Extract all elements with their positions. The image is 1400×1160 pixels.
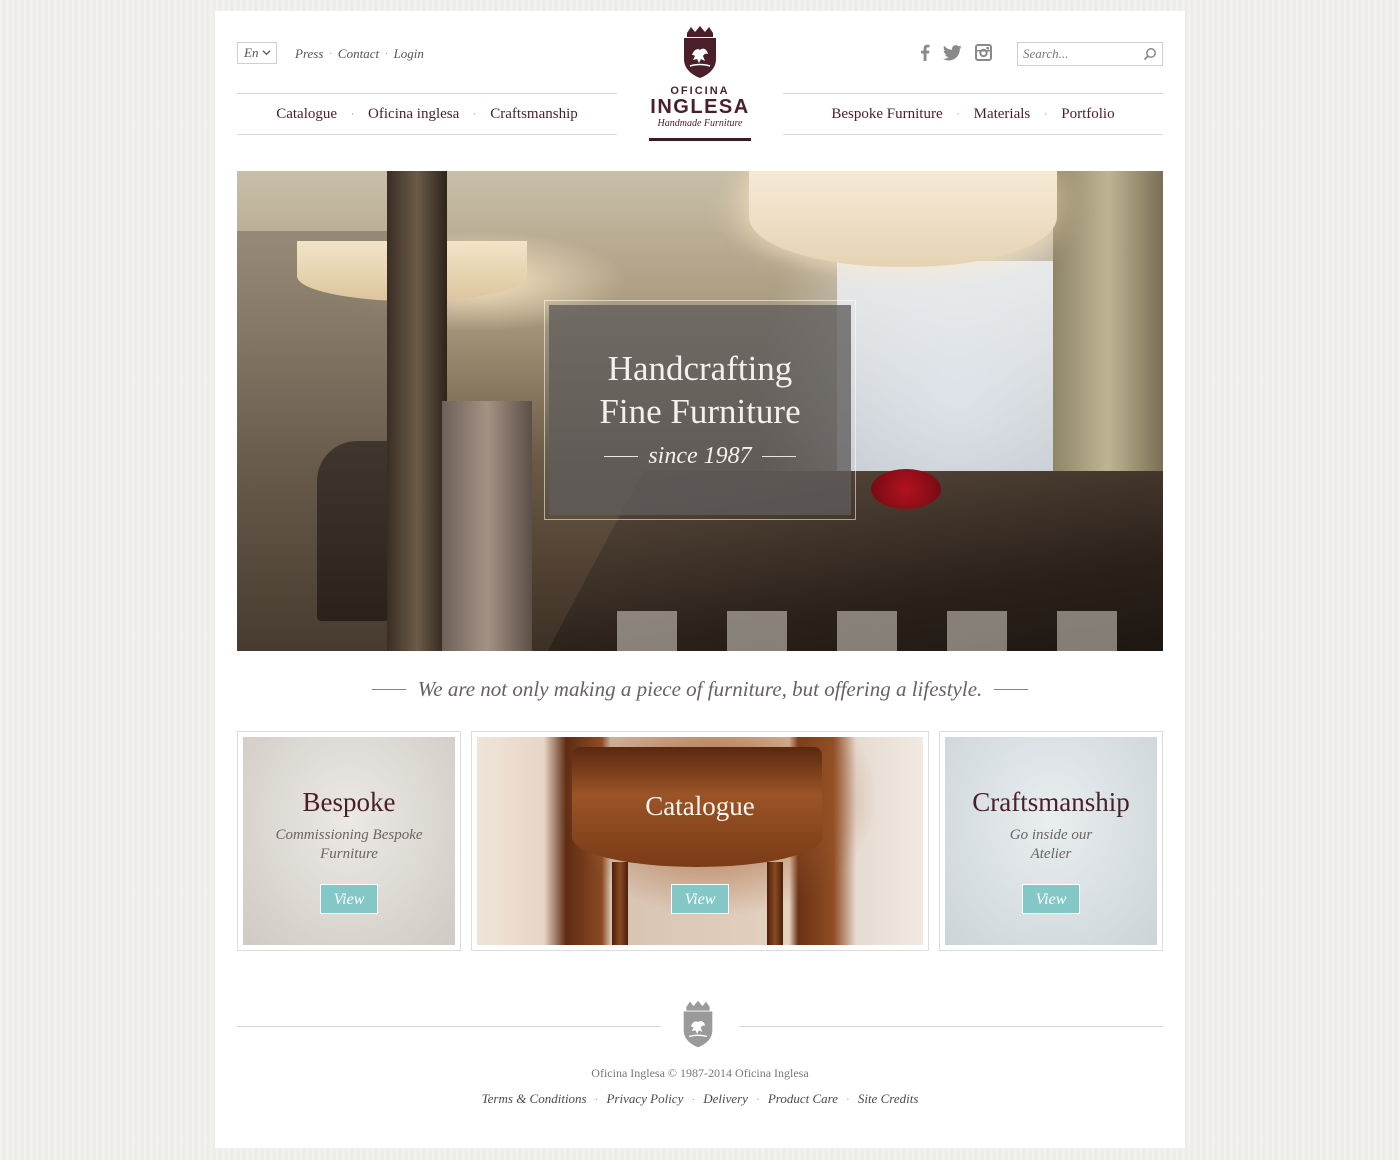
card-catalogue[interactable]: Catalogue View (471, 731, 929, 951)
card-bespoke[interactable]: Bespoke Commissioning Bespoke Furniture … (237, 731, 461, 951)
separator-dot: · (691, 1095, 695, 1106)
separator-dot: · (956, 109, 960, 119)
nav-item-craftsmanship[interactable]: Craftsmanship (490, 106, 578, 123)
logo-line2: INGLESA (650, 96, 750, 118)
hero-photo-marble (442, 401, 532, 651)
separator-dot: · (756, 1095, 760, 1106)
card-subtitle-line2: Atelier (1030, 846, 1072, 862)
footer-divider (739, 1026, 1163, 1027)
crest-icon (684, 26, 716, 78)
logo-underline (649, 138, 751, 141)
card-craftsmanship[interactable]: Craftsmanship Go inside our Atelier View (939, 731, 1163, 951)
search-input[interactable]: Search... (1017, 42, 1163, 66)
hero-title-line1: Handcrafting (607, 349, 793, 388)
separator-dot: · (594, 1095, 599, 1106)
separator-dot: · (1044, 109, 1048, 119)
card-subtitle-line2: Furniture (320, 846, 378, 862)
card-image: Catalogue View (477, 737, 923, 945)
hero-title: Handcrafting Fine Furniture (549, 347, 851, 433)
main-nav-left: Catalogue · Oficina inglesa · Craftsmans… (237, 93, 617, 135)
search-icon[interactable] (1143, 47, 1157, 65)
separator-dot: · (351, 109, 355, 119)
hero-photo-roses (871, 469, 941, 509)
footer-link-product-care[interactable]: Product Care (768, 1091, 838, 1106)
card-title: Bespoke (302, 787, 396, 817)
footer-crest-icon (683, 1000, 713, 1048)
divider (371, 689, 406, 690)
nav-item-portfolio[interactable]: Portfolio (1061, 106, 1114, 123)
card-photo-leg (767, 862, 783, 945)
nav-item-bespoke-furniture[interactable]: Bespoke Furniture (831, 106, 942, 123)
hero-photo-chandelier (749, 171, 1057, 267)
view-button[interactable]: View (320, 884, 378, 914)
card-subtitle-line1: Go inside our (1009, 827, 1093, 843)
card-photo-leg (612, 862, 628, 945)
search-placeholder: Search... (1023, 46, 1069, 61)
divider (761, 456, 796, 457)
twitter-icon[interactable] (943, 44, 962, 66)
footer-links: Terms & Conditions · Privacy Policy · De… (215, 1091, 1185, 1107)
card-subtitle: Go inside our Atelier (945, 826, 1157, 864)
login-link[interactable]: Login (394, 46, 424, 62)
footer-divider (237, 1026, 661, 1027)
chevron-down-icon (262, 48, 271, 59)
divider (604, 456, 639, 457)
page-container: En Press · Contact · Login OFICINA INGLE… (215, 11, 1185, 1148)
card-image: Craftsmanship Go inside our Atelier View (945, 737, 1157, 945)
hero-subtitle-row: since 1987 (549, 443, 851, 470)
footer-link-terms[interactable]: Terms & Conditions (482, 1091, 587, 1106)
social-links (920, 44, 992, 66)
footer-link-privacy[interactable]: Privacy Policy (606, 1091, 683, 1106)
nav-item-catalogue[interactable]: Catalogue (276, 106, 337, 123)
tagline-row: We are not only making a piece of furnit… (237, 677, 1163, 702)
card-image: Bespoke Commissioning Bespoke Furniture … (243, 737, 455, 945)
card-subtitle-line1: Commissioning Bespoke (275, 827, 423, 843)
nav-item-oficina-inglesa[interactable]: Oficina inglesa (368, 106, 459, 123)
divider (994, 689, 1029, 690)
brand-logo[interactable]: OFICINA INGLESA Handmade Furniture (645, 25, 755, 155)
footer-link-delivery[interactable]: Delivery (703, 1091, 748, 1106)
hero-banner: Handcrafting Fine Furniture since 1987 (237, 171, 1163, 651)
hero-photo-drape (1053, 171, 1163, 501)
main-nav-right: Bespoke Furniture · Materials · Portfoli… (783, 93, 1163, 135)
view-button[interactable]: View (671, 884, 729, 914)
logo-tagline: Handmade Furniture (657, 118, 743, 129)
facebook-icon[interactable] (920, 44, 930, 66)
tagline-text: We are not only making a piece of furnit… (417, 677, 983, 701)
hero-photo-plates (617, 611, 1163, 651)
card-subtitle: Commissioning Bespoke Furniture (243, 826, 455, 864)
nav-item-materials[interactable]: Materials (974, 106, 1031, 123)
utility-nav: Press · Contact · Login (295, 46, 424, 62)
view-button[interactable]: View (1022, 884, 1080, 914)
language-value: En (244, 45, 259, 60)
hero-photo-pillar (387, 171, 447, 651)
hero-title-line2: Fine Furniture (599, 392, 801, 431)
card-title: Craftsmanship (972, 787, 1130, 817)
contact-link[interactable]: Contact (338, 46, 379, 62)
press-link[interactable]: Press (295, 46, 323, 62)
separator-dot: · (385, 48, 388, 60)
language-select[interactable]: En (237, 42, 277, 64)
copyright-text: Oficina Inglesa © 1987-2014 Oficina Ingl… (591, 1066, 809, 1080)
card-title: Catalogue (645, 791, 755, 821)
hero-caption-box: Handcrafting Fine Furniture since 1987 (544, 300, 856, 520)
separator-dot: · (846, 1095, 850, 1106)
separator-dot: · (329, 48, 332, 60)
separator-dot: · (473, 109, 477, 119)
footer-link-site-credits[interactable]: Site Credits (858, 1091, 919, 1106)
instagram-icon[interactable] (975, 44, 992, 66)
hero-subtitle: since 1987 (648, 443, 752, 469)
